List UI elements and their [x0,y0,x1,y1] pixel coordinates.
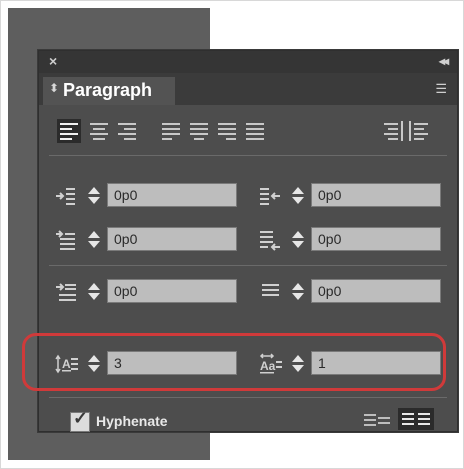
spacing-row: 0p0 0p0 [51,277,449,307]
checkmark-icon: ✓ [73,408,89,428]
align-center-button[interactable] [87,119,111,143]
divider [49,397,447,398]
balance-ragged-lines-icon[interactable] [362,410,398,432]
space-after-icon [259,281,281,303]
space-after-stepper[interactable] [289,280,307,304]
align-away-from-spine-button[interactable] [407,119,431,143]
align-right-button[interactable] [115,119,139,143]
justify-right-button[interactable] [215,119,239,143]
last-line-right-indent-field[interactable]: 0p0 [311,227,441,251]
last-line-right-indent-icon [259,229,281,251]
divider [49,155,447,156]
highlight-annotation [22,333,446,391]
collapse-panel-icon[interactable]: ◂◂ [439,54,449,68]
space-before-stepper[interactable] [85,280,103,304]
divider [49,265,447,266]
align-left-button[interactable] [57,119,81,143]
panel-title: Paragraph [63,80,153,100]
hyphenate-checkbox[interactable]: ✓ [70,408,90,432]
last-line-right-indent-stepper[interactable] [289,228,307,252]
tab-paragraph[interactable]: ⬍ Paragraph [43,77,175,105]
right-indent-icon [259,185,281,207]
right-indent-stepper[interactable] [289,184,307,208]
right-indent-field[interactable]: 0p0 [311,183,441,207]
first-line-indent-field[interactable]: 0p0 [107,227,237,251]
justify-center-button[interactable] [187,119,211,143]
indent-row-2: 0p0 0p0 [51,225,449,255]
hyphenate-label: Hyphenate [96,413,168,429]
space-after-field[interactable]: 0p0 [311,279,441,303]
first-line-indent-stepper[interactable] [85,228,103,252]
panel-menu-icon[interactable]: ☰ [435,81,447,97]
left-indent-stepper[interactable] [85,184,103,208]
close-icon[interactable]: × [49,53,57,69]
left-indent-icon [55,185,77,207]
indent-row-1: 0p0 0p0 [51,181,449,211]
justify-all-button[interactable] [243,119,267,143]
space-before-icon [55,281,77,303]
paragraph-composer-icon[interactable] [398,408,434,430]
panel-tab-row: ⬍ Paragraph ☰ [39,73,457,105]
tab-cycle-icon: ⬍ [49,81,60,95]
first-line-indent-icon [55,229,77,251]
alignment-button-row [51,115,449,149]
align-towards-spine-button[interactable] [381,119,405,143]
justify-left-button[interactable] [159,119,183,143]
panel-titlebar: × ◂◂ [39,51,457,73]
space-before-field[interactable]: 0p0 [107,279,237,303]
left-indent-field[interactable]: 0p0 [107,183,237,207]
